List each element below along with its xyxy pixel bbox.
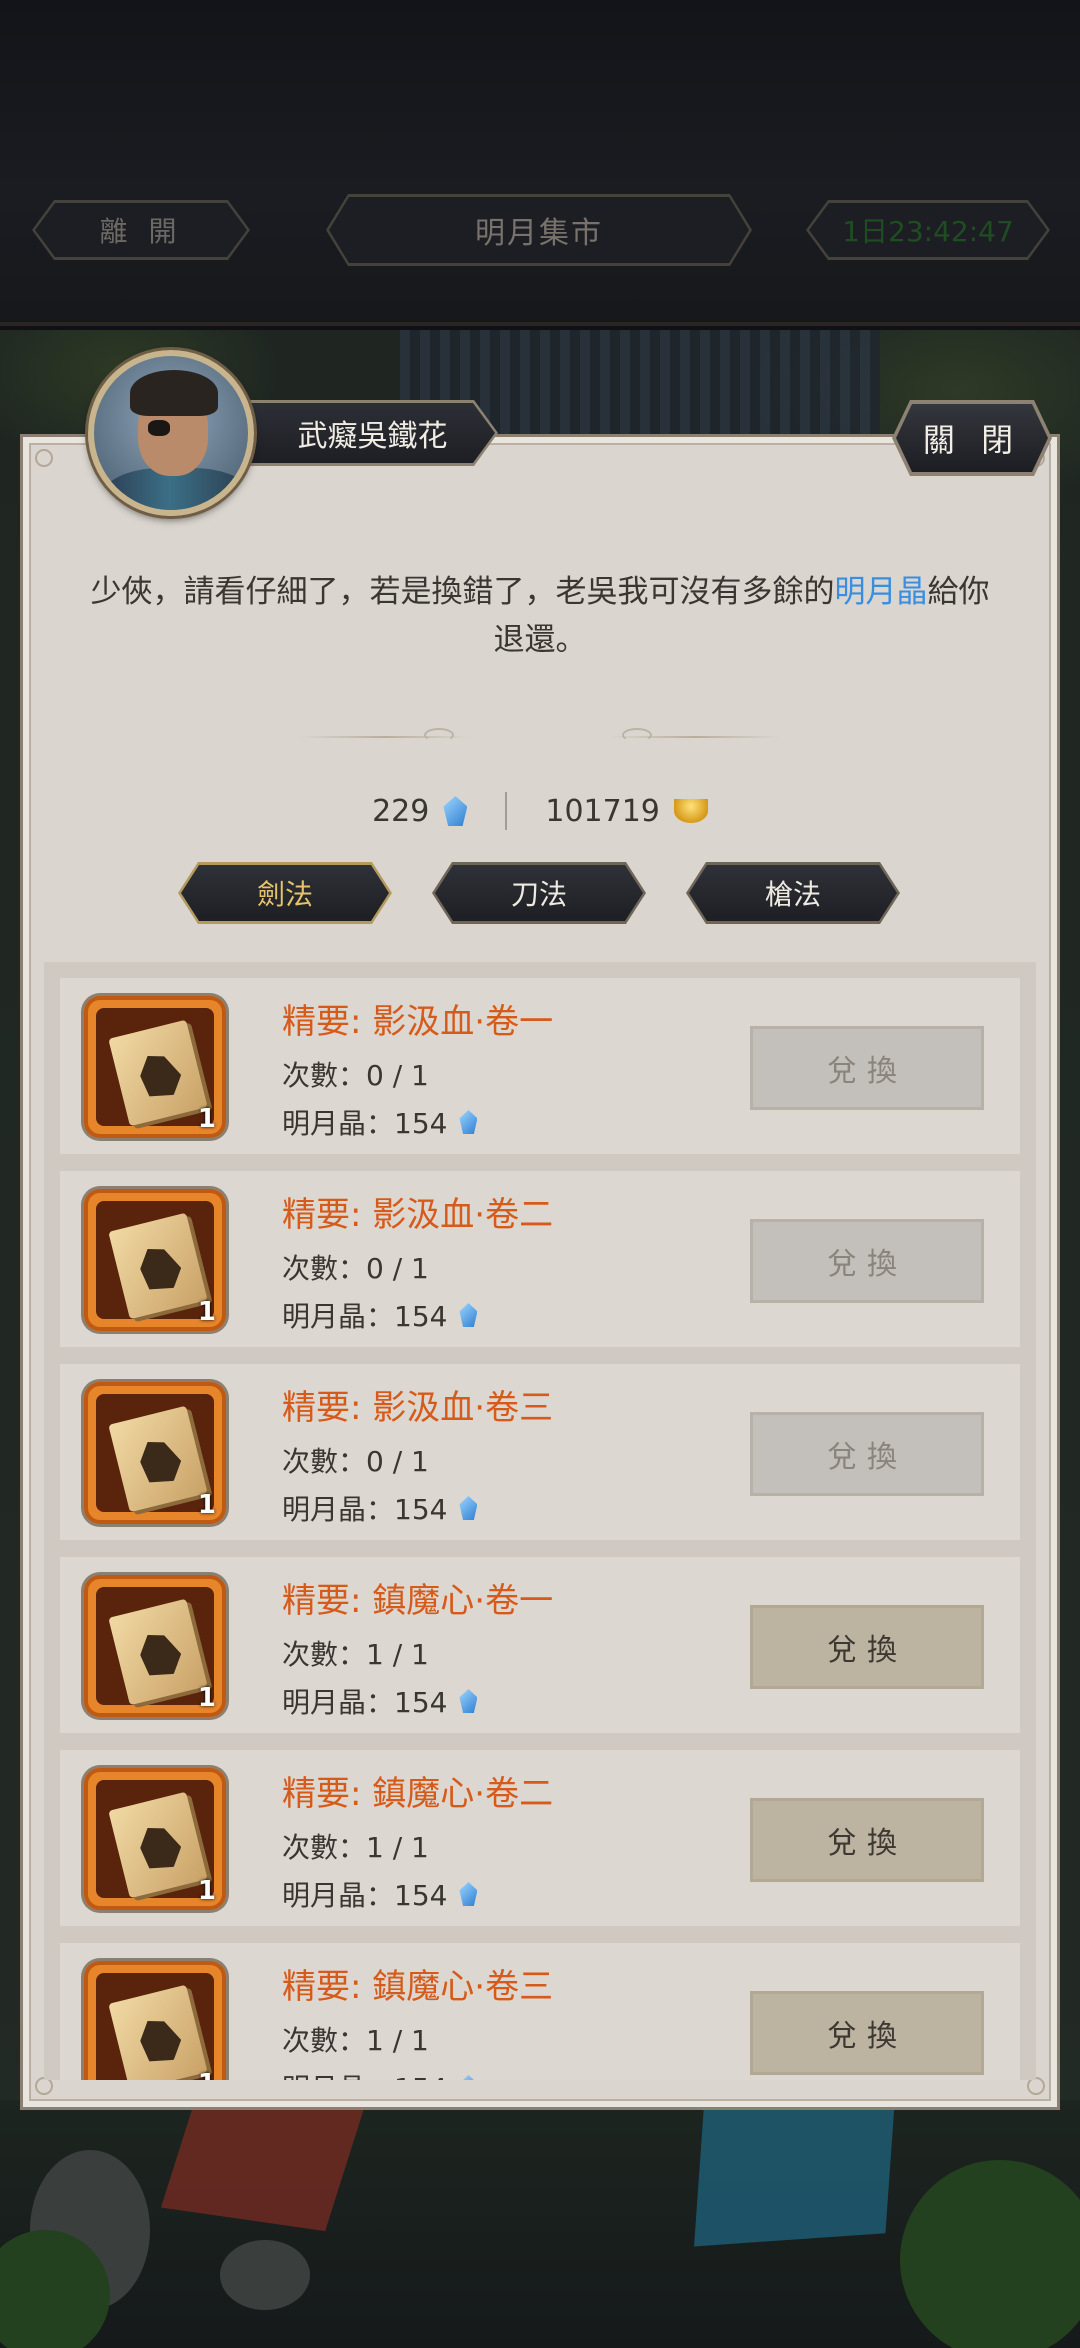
crystal-icon <box>459 1303 478 1327</box>
item-cost: 明月晶：154 <box>282 1488 478 1528</box>
item-title: 精要: 鎮魔心·卷三 <box>282 1967 554 2007</box>
countdown-timer: 1日23:42:47 <box>806 200 1050 260</box>
leave-button-label: 離 開 <box>35 203 247 257</box>
crystal-amount: 229 <box>372 793 430 829</box>
panel-corner-ornament <box>35 449 53 467</box>
tab-sword[interactable]: 劍法 <box>178 862 392 924</box>
item-cost: 明月晶：154 <box>282 1102 478 1142</box>
item-cost-label: 明月晶：154 <box>282 1300 448 1333</box>
crystal-balance: 229 <box>372 793 468 829</box>
countdown-timer-label: 1日23:42:47 <box>809 203 1047 257</box>
exchange-button[interactable]: 兌換 <box>750 1026 984 1110</box>
list-item: 1 精要: 影汲血·卷三 次數：0 / 1 明月晶：154 兌換 <box>60 1364 1020 1540</box>
crystal-icon <box>459 1689 478 1713</box>
npc-dialog-part: 少俠，請看仔細了，若是換錯了，老吳我可沒有多餘的 <box>90 574 835 610</box>
tab-spear-label: 槍法 <box>689 865 897 921</box>
manual-book-icon[interactable]: 1 <box>84 1382 226 1524</box>
npc-dialog: 少俠，請看仔細了，若是換錯了，老吳我可沒有多餘的明月晶給你退還。 <box>80 568 1000 664</box>
item-cost-label: 明月晶：154 <box>282 1107 448 1140</box>
item-title: 精要: 鎮魔心·卷一 <box>282 1581 554 1621</box>
item-cost: 明月晶：154 <box>282 1681 478 1721</box>
item-count: 1 <box>197 1876 216 1906</box>
item-title: 精要: 影汲血·卷一 <box>282 1002 554 1042</box>
close-button[interactable]: 關 閉 <box>892 400 1052 476</box>
divider-ornament <box>424 728 454 742</box>
item-count: 1 <box>197 1683 216 1713</box>
divider-right <box>610 736 780 738</box>
item-cost-label: 明月晶：154 <box>282 1686 448 1719</box>
list-item: 1 精要: 鎮魔心·卷二 次數：1 / 1 明月晶：154 兌換 <box>60 1750 1020 1926</box>
manual-book-icon[interactable]: 1 <box>84 1961 226 2080</box>
currency-row: 229 101719 <box>0 786 1080 836</box>
item-title: 精要: 影汲血·卷二 <box>282 1195 554 1235</box>
gold-ingot-icon <box>673 799 708 823</box>
market-title-label: 明月集市 <box>329 197 749 263</box>
item-times: 次數：0 / 1 <box>282 1059 429 1092</box>
manual-book-icon[interactable]: 1 <box>84 996 226 1138</box>
crystal-icon <box>459 1496 478 1520</box>
close-button-label: 關 閉 <box>896 404 1048 472</box>
gold-balance: 101719 <box>545 794 708 829</box>
item-count: 1 <box>197 1104 216 1134</box>
list-item: 1 精要: 鎮魔心·卷一 次數：1 / 1 明月晶：154 兌換 <box>60 1557 1020 1733</box>
item-cost-label: 明月晶：154 <box>282 1493 448 1526</box>
list-item: 1 精要: 影汲血·卷二 次數：0 / 1 明月晶：154 兌換 <box>60 1171 1020 1347</box>
exchange-button[interactable]: 兌換 <box>750 1605 984 1689</box>
item-times: 次數：1 / 1 <box>282 2024 429 2057</box>
item-cost-label: 明月晶：154 <box>282 1879 448 1912</box>
currency-separator <box>505 792 508 830</box>
exchange-list[interactable]: 1 精要: 影汲血·卷一 次數：0 / 1 明月晶：154 兌換 1 精要: 影… <box>44 962 1036 2080</box>
crystal-icon <box>459 2075 478 2080</box>
item-cost: 明月晶：154 <box>282 1874 478 1914</box>
crystal-icon <box>459 1882 478 1906</box>
leave-button[interactable]: 離 開 <box>32 200 250 260</box>
npc-dialog-highlight: 明月晶 <box>834 574 928 610</box>
tab-blade-label: 刀法 <box>435 865 643 921</box>
market-title: 明月集市 <box>326 194 752 266</box>
exchange-button[interactable]: 兌換 <box>750 1798 984 1882</box>
item-count: 1 <box>197 1297 216 1327</box>
item-times: 次數：1 / 1 <box>282 1638 429 1671</box>
item-cost: 明月晶：154 <box>282 1295 478 1335</box>
manual-book-icon[interactable]: 1 <box>84 1189 226 1331</box>
item-count: 1 <box>197 1490 216 1520</box>
item-title: 精要: 影汲血·卷三 <box>282 1388 554 1428</box>
gold-amount: 101719 <box>545 793 660 829</box>
exchange-button[interactable]: 兌換 <box>750 1219 984 1303</box>
item-times: 次數：1 / 1 <box>282 1831 429 1864</box>
npc-name-plate: 武癡吳鐵花 <box>230 400 498 466</box>
list-item: 1 精要: 鎮魔心·卷三 次數：1 / 1 明月晶：154 兌換 <box>60 1943 1020 2080</box>
item-cost-label: 明月晶：154 <box>282 2067 447 2080</box>
eyepatch-icon <box>148 420 170 436</box>
npc-avatar <box>88 350 254 516</box>
item-count: 1 <box>198 2069 216 2080</box>
exchange-button[interactable]: 兌換 <box>750 1412 984 1496</box>
background-rock <box>220 2240 310 2310</box>
tab-spear[interactable]: 槍法 <box>686 862 900 924</box>
tab-blade[interactable]: 刀法 <box>432 862 646 924</box>
crystal-icon <box>459 1110 478 1134</box>
divider-ornament <box>622 728 652 742</box>
item-cost: 明月晶：154 <box>282 2067 478 2080</box>
item-times: 次數：0 / 1 <box>282 1445 429 1478</box>
item-times: 次數：0 / 1 <box>282 1252 429 1285</box>
manual-book-icon[interactable]: 1 <box>84 1768 226 1910</box>
exchange-button[interactable]: 兌換 <box>750 1991 984 2075</box>
tab-sword-label: 劍法 <box>181 865 389 921</box>
list-item: 1 精要: 影汲血·卷一 次數：0 / 1 明月晶：154 兌換 <box>60 978 1020 1154</box>
npc-name: 武癡吳鐵花 <box>230 403 495 463</box>
manual-book-icon[interactable]: 1 <box>84 1575 226 1717</box>
crystal-icon <box>443 796 468 826</box>
item-title: 精要: 鎮魔心·卷二 <box>282 1774 554 1814</box>
top-bar: 離 開 明月集市 1日23:42:47 <box>0 0 1080 326</box>
